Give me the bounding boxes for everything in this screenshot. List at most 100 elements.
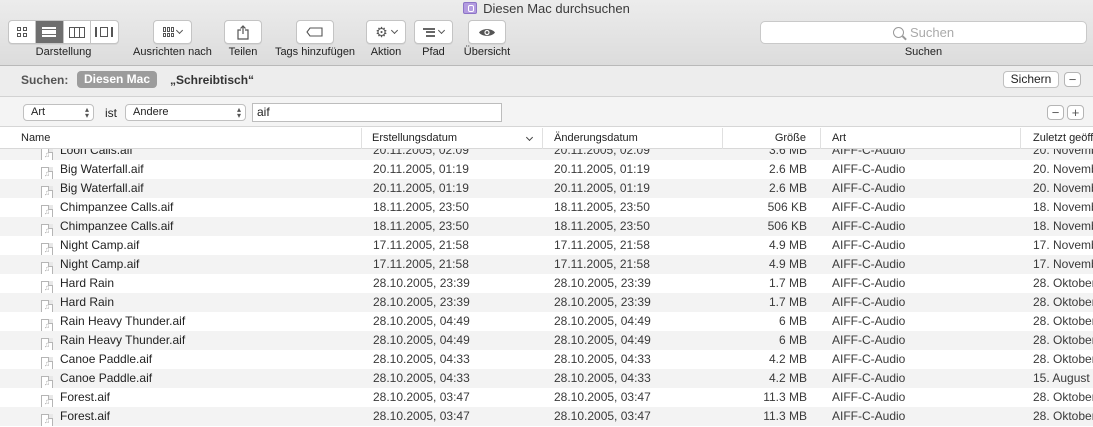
kind-cell: AIFF-C-Audio	[832, 352, 906, 366]
arrange-button[interactable]	[153, 20, 192, 44]
search-placeholder: Suchen	[909, 25, 955, 40]
audio-file-icon: ♫	[41, 149, 53, 160]
size-cell: 4.2 MB	[768, 371, 807, 385]
column-created-header[interactable]: Erstellungsdatum	[362, 128, 543, 149]
file-name: Forest.aif	[60, 390, 111, 404]
audio-file-icon: ♫	[41, 281, 53, 293]
remove-criteria-button[interactable]: −	[1047, 105, 1064, 120]
quicklook-label: Übersicht	[463, 46, 511, 58]
table-row[interactable]: ♫ Hard Rain 28.10.2005, 23:39 28.10.2005, 2…	[0, 293, 1093, 312]
column-kind-header[interactable]: Art	[821, 128, 1021, 149]
table-row[interactable]: ♫ Canoe Paddle.aif 28.10.2005, 04:33 28.10.…	[0, 369, 1093, 388]
column-last-opened-header[interactable]: Zuletzt geöffnet	[1021, 128, 1093, 149]
column-name-header[interactable]: Name	[0, 128, 362, 149]
size-cell: 1.7 MB	[768, 276, 807, 290]
minus-icon: −	[1051, 105, 1060, 120]
action-button[interactable]: ⚙	[366, 20, 406, 44]
minus-icon: −	[1068, 72, 1077, 87]
modified-cell: 20.11.2005, 01:19	[554, 181, 650, 195]
table-row[interactable]: ♫ Big Waterfall.aif 20.11.2005, 01:19 20.11…	[0, 179, 1093, 198]
scope-this-mac-button[interactable]: Diesen Mac	[77, 71, 158, 88]
add-criteria-button[interactable]: +	[1067, 105, 1084, 120]
size-cell: 506 KB	[767, 200, 807, 214]
chevron-down-icon	[437, 26, 446, 35]
scope-folder-button[interactable]: „Schreibtisch“	[170, 73, 254, 87]
column-size-header[interactable]: Größe	[723, 128, 821, 149]
criteria-kind-popup[interactable]: Andere ▴ ▾	[125, 104, 246, 121]
tags-button[interactable]	[296, 20, 334, 44]
file-name-cell: ♫ Loon Calls.aif	[41, 149, 359, 160]
kind-cell: AIFF-C-Audio	[832, 257, 906, 271]
file-name-cell: ♫ Canoe Paddle.aif	[41, 350, 359, 369]
created-cell: 28.10.2005, 04:49	[373, 314, 470, 328]
coverflow-view-button[interactable]	[91, 21, 118, 43]
table-row[interactable]: ♫ Forest.aif 28.10.2005, 03:47 28.10.2005, …	[0, 388, 1093, 407]
tag-icon	[306, 27, 323, 37]
action-label: Aktion	[370, 46, 402, 58]
table-row[interactable]: ♫ Hard Rain 28.10.2005, 23:39 28.10.2005, 2…	[0, 274, 1093, 293]
table-row[interactable]: ♫ Forest.aif 28.10.2005, 03:47 28.10.2005, …	[0, 407, 1093, 426]
table-row[interactable]: ♫ Chimpanzee Calls.aif 18.11.2005, 23:50 18…	[0, 217, 1093, 236]
kind-cell: AIFF-C-Audio	[832, 238, 906, 252]
column-view-button[interactable]	[64, 21, 91, 43]
modified-cell: 17.11.2005, 21:58	[554, 257, 650, 271]
created-cell: 18.11.2005, 23:50	[373, 200, 469, 214]
modified-cell: 28.10.2005, 03:47	[554, 409, 651, 423]
path-button[interactable]	[414, 20, 453, 44]
last-opened-cell: 28. Oktober	[1033, 276, 1093, 290]
criteria-attribute-popup[interactable]: Art ▴ ▾	[23, 104, 94, 121]
column-created-label: Erstellungsdatum	[372, 132, 457, 144]
modified-cell: 28.10.2005, 04:49	[554, 314, 651, 328]
audio-file-icon: ♫	[41, 376, 53, 388]
created-cell: 28.10.2005, 04:33	[373, 352, 470, 366]
table-row[interactable]: ♫ Loon Calls.aif 20.11.2005, 02:09 20.11.20…	[0, 149, 1093, 160]
last-opened-cell: 20. November	[1033, 181, 1093, 195]
audio-file-icon: ♫	[41, 357, 53, 369]
file-name: Night Camp.aif	[60, 257, 140, 271]
save-search-button[interactable]: Sichern	[1003, 71, 1059, 88]
created-cell: 28.10.2005, 23:39	[373, 276, 470, 290]
modified-cell: 17.11.2005, 21:58	[554, 238, 650, 252]
modified-cell: 20.11.2005, 02:09	[554, 149, 650, 157]
table-row[interactable]: ♫ Chimpanzee Calls.aif 18.11.2005, 23:50 18…	[0, 198, 1093, 217]
table-row[interactable]: ♫ Big Waterfall.aif 20.11.2005, 01:19 20.11…	[0, 160, 1093, 179]
last-opened-cell: 28. Oktober	[1033, 352, 1093, 366]
modified-cell: 20.11.2005, 01:19	[554, 162, 650, 176]
kind-cell: AIFF-C-Audio	[832, 409, 906, 423]
arrange-grid-icon	[163, 27, 174, 37]
audio-file-icon: ♫	[41, 186, 53, 198]
table-row[interactable]: ♫ Rain Heavy Thunder.aif 28.10.2005, 04:49…	[0, 331, 1093, 350]
kind-cell: AIFF-C-Audio	[832, 149, 906, 157]
icon-view-button[interactable]	[9, 21, 37, 43]
close-search-button[interactable]: −	[1064, 72, 1081, 87]
size-cell: 6 MB	[778, 314, 807, 328]
column-modified-header[interactable]: Änderungsdatum	[543, 128, 723, 149]
size-cell: 11.3 MB	[763, 409, 807, 423]
search-criteria-row: Art ▴ ▾ ist Andere ▴ ▾ aif − +	[0, 97, 1093, 127]
last-opened-cell: 28. Oktober	[1033, 333, 1093, 347]
size-cell: 1.7 MB	[768, 295, 807, 309]
table-row[interactable]: ♫ Rain Heavy Thunder.aif 28.10.2005, 04:49…	[0, 312, 1093, 331]
audio-file-icon: ♫	[41, 395, 53, 407]
criteria-text-input[interactable]: aif	[252, 103, 502, 122]
last-opened-cell: 17. November	[1033, 257, 1093, 271]
file-name: Canoe Paddle.aif	[60, 371, 153, 385]
file-name: Big Waterfall.aif	[60, 162, 144, 176]
share-button[interactable]	[224, 20, 262, 44]
list-view-button[interactable]	[36, 21, 64, 43]
created-cell: 20.11.2005, 01:19	[373, 162, 469, 176]
file-name: Chimpanzee Calls.aif	[60, 219, 174, 233]
created-cell: 17.11.2005, 21:58	[373, 257, 469, 271]
file-name-cell: ♫ Hard Rain	[41, 274, 359, 293]
modified-cell: 28.10.2005, 04:49	[554, 333, 651, 347]
kind-cell: AIFF-C-Audio	[832, 200, 906, 214]
quicklook-button[interactable]	[468, 20, 506, 44]
audio-file-icon: ♫	[41, 319, 53, 331]
table-row[interactable]: ♫ Canoe Paddle.aif 28.10.2005, 04:33 28.10.…	[0, 350, 1093, 369]
search-field[interactable]: Suchen	[760, 21, 1087, 44]
table-row[interactable]: ♫ Night Camp.aif 17.11.2005, 21:58 17.11.20…	[0, 255, 1093, 274]
path-list-icon	[423, 27, 435, 37]
table-row[interactable]: ♫ Night Camp.aif 17.11.2005, 21:58 17.11.20…	[0, 236, 1093, 255]
size-cell: 4.9 MB	[768, 238, 807, 252]
file-name-cell: ♫ Night Camp.aif	[41, 255, 359, 274]
